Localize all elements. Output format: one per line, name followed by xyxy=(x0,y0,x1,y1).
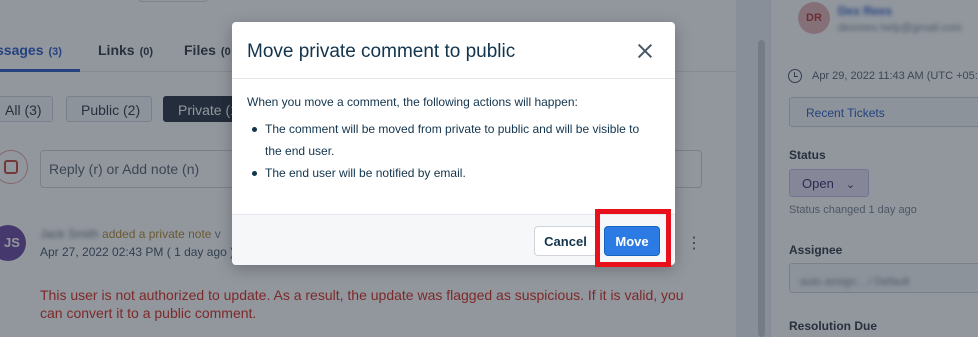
close-icon[interactable] xyxy=(636,42,654,60)
dialog-intro: When you move a comment, the following a… xyxy=(247,95,578,109)
dialog-divider xyxy=(232,78,675,79)
list-item: The end user will be notified by email. xyxy=(247,162,657,184)
list-item: The comment will be moved from private t… xyxy=(247,118,657,162)
dialog-title: Move private comment to public xyxy=(247,41,516,62)
cancel-button[interactable]: Cancel xyxy=(534,226,597,256)
move-button-highlight xyxy=(595,209,671,267)
dialog-bullet-list: The comment will be moved from private t… xyxy=(247,118,657,184)
